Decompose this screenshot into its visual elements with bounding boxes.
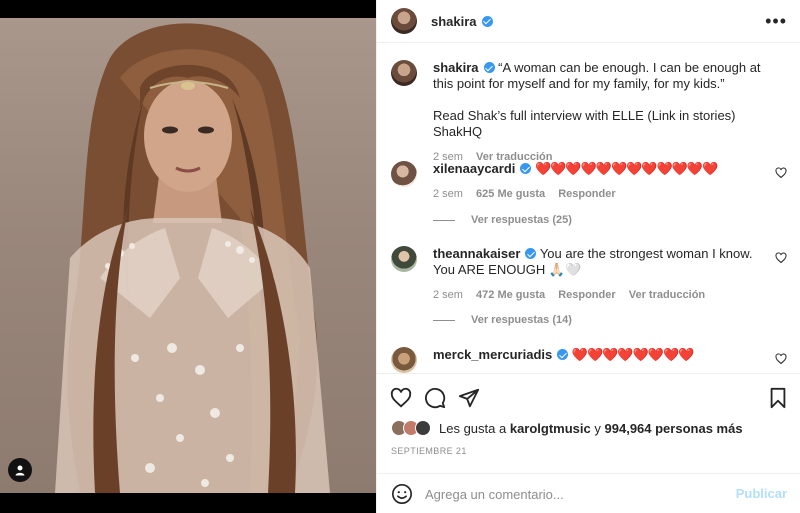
liker-avatar	[415, 420, 431, 436]
share-paper-plane-icon[interactable]	[458, 387, 480, 409]
reply-button[interactable]: Responder	[558, 188, 615, 200]
view-replies-label[interactable]: Ver respuestas (25)	[471, 214, 572, 226]
comment-input[interactable]	[425, 484, 725, 504]
likes-user[interactable]: karolgtmusic	[510, 421, 591, 436]
author-username[interactable]: shakira	[431, 14, 477, 29]
comment-composer: Publicar	[377, 473, 800, 513]
post-media[interactable]	[0, 0, 376, 513]
caption-avatar[interactable]	[391, 60, 417, 86]
verified-badge-icon	[557, 349, 569, 360]
caption-text: “A woman can be enough. I can be enough …	[433, 60, 761, 91]
comment-time[interactable]: 2 sem	[433, 289, 463, 301]
comment-username[interactable]: merck_mercuriadis	[433, 347, 552, 362]
comment-time[interactable]: 2 sem	[433, 188, 463, 200]
comment-bubble-icon[interactable]	[424, 387, 446, 409]
reply-button[interactable]: Responder	[558, 289, 615, 301]
comment-avatar[interactable]	[391, 246, 417, 272]
comment-text: ❤️❤️❤️❤️❤️❤️❤️❤️❤️❤️❤️❤️	[535, 161, 718, 176]
comment-item: xilenaaycardi ❤️❤️❤️❤️❤️❤️❤️❤️❤️❤️❤️❤️ 2…	[391, 161, 787, 202]
likes-middle: y	[594, 420, 601, 436]
liker-avatars[interactable]	[391, 420, 431, 436]
post-actions	[377, 373, 800, 423]
comment-avatar[interactable]	[391, 347, 417, 373]
verified-badge-icon	[525, 248, 537, 259]
replies-divider	[433, 219, 455, 221]
verified-badge-icon	[483, 62, 495, 73]
emoji-icon[interactable]	[391, 483, 413, 505]
comment-item: merck_mercuriadis ❤️❤️❤️❤️❤️❤️❤️❤️	[391, 347, 787, 373]
likes-count[interactable]: 994,964 personas más	[605, 421, 743, 436]
like-comment-icon[interactable]	[775, 252, 787, 264]
post-panel: shakira ••• shakira “A woman can be enou…	[376, 0, 800, 513]
caption-text-2: Read Shak’s full interview with ELLE (Li…	[433, 108, 736, 139]
likes-prefix: Les gusta a	[439, 420, 507, 436]
post-date[interactable]: SEPTIEMBRE 21	[391, 446, 467, 456]
verified-badge-icon	[481, 15, 493, 27]
comment-text: ❤️❤️❤️❤️❤️❤️❤️❤️	[571, 347, 694, 362]
more-options-icon[interactable]: •••	[765, 12, 787, 30]
replies-divider	[433, 319, 455, 321]
publish-button[interactable]: Publicar	[736, 486, 787, 501]
likes-summary: Les gusta a karolgtmusic y 994,964 perso…	[391, 420, 743, 436]
portrait-image	[55, 23, 330, 493]
translate-link[interactable]: Ver traducción	[629, 289, 705, 301]
like-comment-icon[interactable]	[775, 167, 787, 179]
comment-username[interactable]: theannakaiser	[433, 246, 520, 261]
comment-likes[interactable]: 472 Me gusta	[476, 289, 545, 301]
tagged-users-icon[interactable]	[8, 458, 32, 482]
like-heart-icon[interactable]	[390, 387, 412, 409]
like-comment-icon[interactable]	[775, 353, 787, 365]
view-replies-button[interactable]: Ver respuestas (14)	[433, 314, 572, 326]
caption-username[interactable]: shakira	[433, 60, 479, 75]
comments-list[interactable]: shakira “A woman can be enough. I can be…	[377, 43, 800, 373]
view-replies-label[interactable]: Ver respuestas (14)	[471, 314, 572, 326]
save-bookmark-icon[interactable]	[767, 387, 789, 409]
post-photo[interactable]	[0, 18, 376, 493]
view-replies-button[interactable]: Ver respuestas (25)	[433, 214, 572, 226]
comment-username[interactable]: xilenaaycardi	[433, 161, 515, 176]
person-icon	[15, 465, 25, 476]
post-header: shakira •••	[377, 0, 800, 43]
verified-badge-icon	[520, 163, 532, 174]
caption: shakira “A woman can be enough. I can be…	[391, 60, 787, 165]
comment-avatar[interactable]	[391, 161, 417, 187]
author-avatar[interactable]	[391, 8, 417, 34]
comment-item: theannakaiser You are the strongest woma…	[391, 246, 787, 303]
comment-likes[interactable]: 625 Me gusta	[476, 188, 545, 200]
